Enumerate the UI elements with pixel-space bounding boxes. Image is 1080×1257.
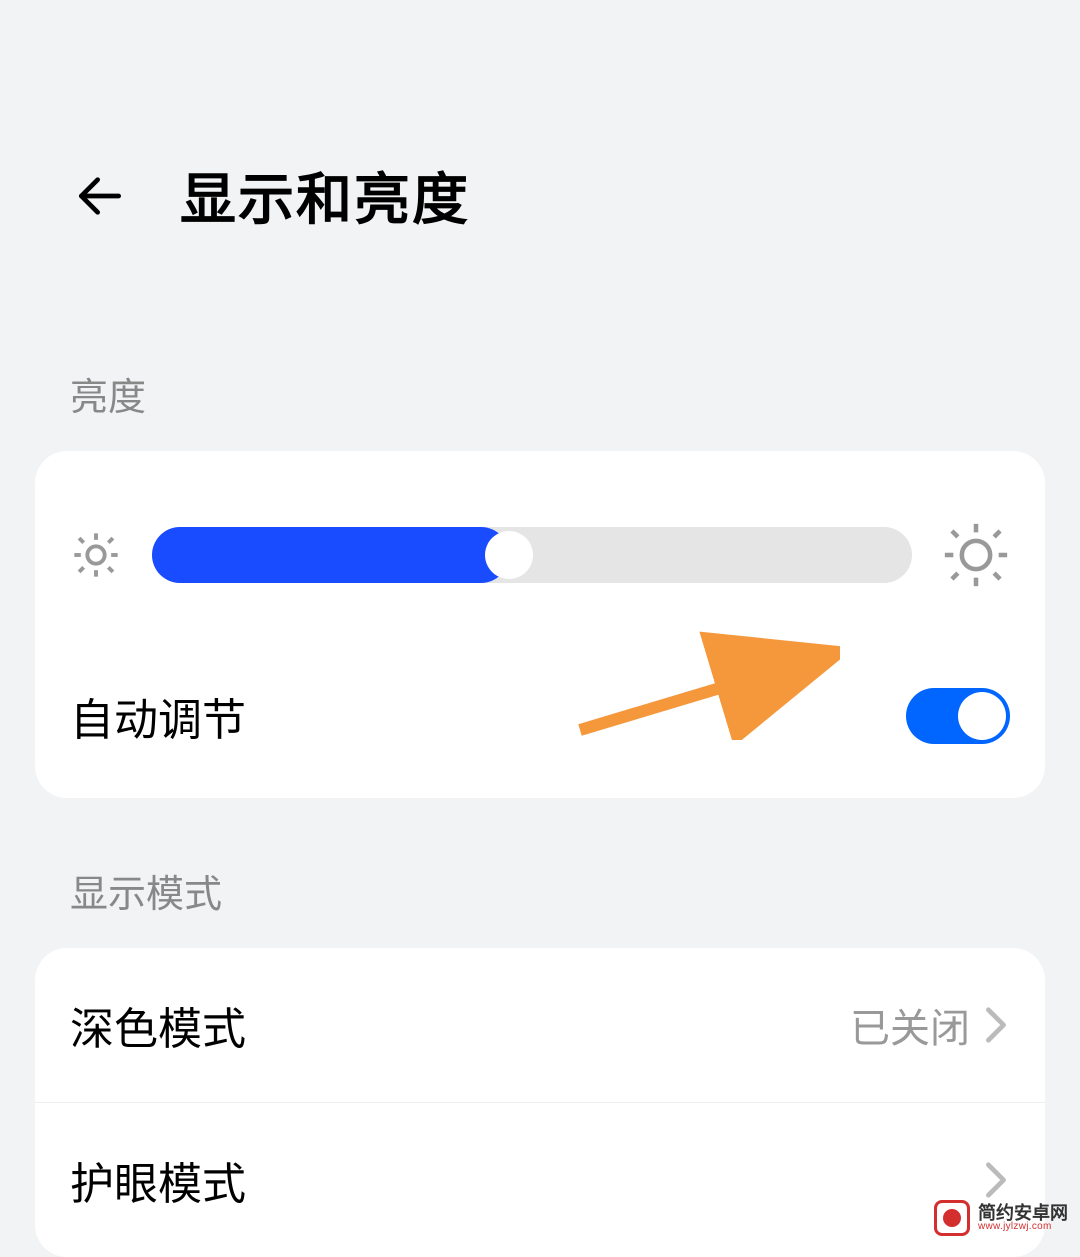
watermark-name: 简约安卓网 — [978, 1204, 1068, 1222]
dark-mode-row[interactable]: 深色模式 已关闭 — [35, 948, 1045, 1102]
watermark-icon — [934, 1200, 970, 1236]
eye-comfort-label: 护眼模式 — [70, 1148, 246, 1212]
display-mode-card: 深色模式 已关闭 护眼模式 — [35, 948, 1045, 1257]
brightness-section-label: 亮度 — [0, 366, 1080, 421]
chevron-right-icon — [982, 1006, 1010, 1044]
brightness-slider-thumb[interactable] — [485, 531, 533, 579]
brightness-card: 自动调节 — [35, 451, 1045, 798]
brightness-slider-fill — [152, 527, 509, 583]
auto-adjust-toggle[interactable] — [906, 688, 1010, 744]
sun-high-icon — [942, 521, 1010, 589]
chevron-right-icon — [982, 1161, 1010, 1199]
dark-mode-value: 已关闭 — [850, 996, 970, 1054]
sun-low-icon — [70, 529, 122, 581]
back-arrow-icon — [72, 168, 128, 224]
display-mode-section-label: 显示模式 — [0, 863, 1080, 918]
dark-mode-label: 深色模式 — [70, 993, 246, 1057]
brightness-slider-row — [35, 451, 1045, 644]
auto-adjust-row: 自动调节 — [35, 644, 1045, 798]
toggle-thumb — [958, 692, 1006, 740]
back-button[interactable] — [70, 166, 130, 226]
brightness-slider[interactable] — [152, 527, 912, 583]
eye-comfort-row[interactable]: 护眼模式 — [35, 1102, 1045, 1257]
auto-adjust-label: 自动调节 — [70, 684, 246, 748]
page-title: 显示和亮度 — [180, 155, 470, 236]
watermark: 简约安卓网 www.jylzwj.com — [934, 1200, 1068, 1236]
watermark-url: www.jylzwj.com — [978, 1222, 1068, 1232]
